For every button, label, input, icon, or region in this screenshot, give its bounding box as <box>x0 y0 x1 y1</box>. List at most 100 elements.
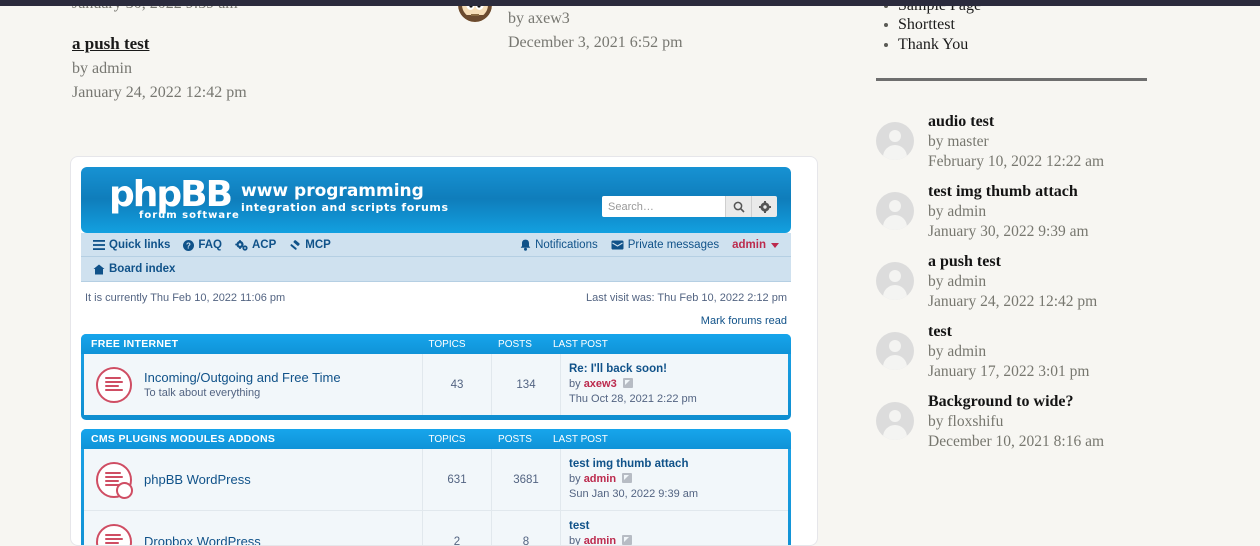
search-input[interactable] <box>602 196 725 217</box>
nav-faq[interactable]: ? FAQ <box>183 239 222 251</box>
nav-private-messages[interactable]: Private messages <box>611 239 719 251</box>
forum-main-cell: phpBB WordPress <box>84 449 422 510</box>
last-post-author-line: by admin <box>569 472 782 487</box>
hamburger-icon <box>93 240 105 250</box>
phpbb-logo-subtext: forum software <box>139 210 240 221</box>
blog-post-title[interactable]: a push test <box>72 32 432 57</box>
forum-unread-icon <box>96 367 132 403</box>
goto-post-icon[interactable] <box>622 473 632 483</box>
site-description: integration and scripts forums <box>241 201 449 215</box>
phpbb-logo[interactable]: phpBB forum software <box>109 178 240 221</box>
forum-name[interactable]: phpBB WordPress <box>144 471 251 488</box>
category-header: CMS PLUGINS MODULES ADDONS TOPICS POSTS … <box>81 429 791 449</box>
phpbb-forum-card: phpBB forum software www programming int… <box>70 156 818 546</box>
recent-post-author: by admin <box>928 202 1166 222</box>
category-title[interactable]: CMS PLUGINS MODULES ADDONS <box>91 433 413 445</box>
nav-label: Notifications <box>535 239 598 251</box>
page-top-bar <box>0 0 1260 6</box>
forum-unread-icon <box>96 524 132 546</box>
column-header-last-post: LAST POST <box>549 434 781 445</box>
by-label: by <box>569 378 581 390</box>
user-menu-button[interactable]: admin <box>732 239 779 251</box>
breadcrumb[interactable]: Board index <box>93 263 175 275</box>
avatar <box>876 332 914 370</box>
home-icon <box>93 264 105 275</box>
forum-row: Dropbox WordPress 2 8 test by admin Mon … <box>84 511 788 546</box>
avatar <box>876 402 914 440</box>
blog-post: a push test by admin January 24, 2022 12… <box>72 32 432 105</box>
last-post-username[interactable]: admin <box>584 473 616 485</box>
last-post-username[interactable]: admin <box>584 535 616 546</box>
by-label: by <box>569 473 581 485</box>
blog-post-author: by admin <box>72 57 432 81</box>
sidebar-divider <box>876 78 1147 81</box>
board-time-row: It is currently Thu Feb 10, 2022 11:06 p… <box>81 282 791 304</box>
last-post-title[interactable]: Re: I'll back soon! <box>569 362 782 377</box>
bell-icon <box>520 239 531 251</box>
forum-posts-count: 3681 <box>491 449 560 510</box>
recent-post-title[interactable]: test img thumb attach <box>928 182 1166 202</box>
chevron-down-icon <box>771 243 779 248</box>
goto-post-icon[interactable] <box>623 378 633 388</box>
mark-forums-read-link[interactable]: Mark forums read <box>81 304 791 334</box>
last-post-title[interactable]: test <box>569 519 782 534</box>
forum-main-cell: Dropbox WordPress <box>84 511 422 546</box>
recent-post-date: January 17, 2022 3:01 pm <box>928 362 1166 382</box>
recent-post-title[interactable]: a push test <box>928 252 1166 272</box>
recent-post-date: December 10, 2021 8:16 am <box>928 432 1166 452</box>
last-post-username[interactable]: axew3 <box>584 378 617 390</box>
last-post-title[interactable]: test img thumb attach <box>569 457 782 472</box>
list-item: test img thumb attach by admin January 3… <box>876 182 1166 241</box>
forum-topics-count: 631 <box>422 449 491 510</box>
forum-topics-count: 2 <box>422 511 491 546</box>
nav-mcp[interactable]: MCP <box>289 239 331 251</box>
site-name-block: www programming integration and scripts … <box>241 181 449 215</box>
sidebar-item-shorttest[interactable]: Shorttest <box>884 15 1166 35</box>
forum-last-post-cell: Re: I'll back soon! by axew3 Thu Oct 28,… <box>560 354 788 415</box>
forum-posts-count: 134 <box>491 354 560 415</box>
forum-name[interactable]: Dropbox WordPress <box>144 533 261 546</box>
list-item: a push test by admin January 24, 2022 12… <box>876 252 1166 311</box>
nav-quick-links[interactable]: Quick links <box>93 239 170 251</box>
recent-post-title[interactable]: test <box>928 322 1166 342</box>
last-post-author-line: by admin <box>569 534 782 546</box>
search-options-button[interactable] <box>751 196 777 217</box>
column-header-posts: POSTS <box>481 339 549 350</box>
nav-notifications[interactable]: Notifications <box>520 239 598 251</box>
by-label: by <box>569 535 581 546</box>
username-label: admin <box>732 239 766 251</box>
recent-post-date: January 24, 2022 12:42 pm <box>928 292 1166 312</box>
magnifier-icon <box>733 201 745 213</box>
gavel-icon <box>289 240 301 251</box>
forum-description: To talk about everything <box>144 386 341 401</box>
phpbb-navbar-primary: Quick links ? FAQ <box>81 233 791 257</box>
forum-row: Incoming/Outgoing and Free Time To talk … <box>84 354 788 415</box>
forum-unread-subforum-icon <box>96 462 132 498</box>
phpbb-logo-text: phpBB <box>109 178 240 212</box>
svg-text:?: ? <box>186 241 191 250</box>
goto-post-icon[interactable] <box>622 535 632 545</box>
recent-post-date: February 10, 2022 12:22 am <box>928 152 1166 172</box>
mark-forums-read-label: Mark forums read <box>701 315 787 327</box>
nav-label: FAQ <box>198 239 222 251</box>
sidebar-pages-list: Login Sample Page Shorttest Thank You <box>876 0 1166 54</box>
breadcrumb-label: Board index <box>109 263 175 275</box>
nav-acp[interactable]: ACP <box>235 239 276 251</box>
search-submit-button[interactable] <box>725 196 751 217</box>
current-time-text: It is currently Thu Feb 10, 2022 11:06 p… <box>85 292 285 304</box>
question-circle-icon: ? <box>183 240 194 251</box>
category-title[interactable]: FREE INTERNET <box>91 338 413 350</box>
blog-post-author: by axew3 <box>508 7 838 31</box>
list-item: test by admin January 17, 2022 3:01 pm <box>876 322 1166 381</box>
sidebar-item-thank-you[interactable]: Thank You <box>884 35 1166 55</box>
category-header: FREE INTERNET TOPICS POSTS LAST POST <box>81 334 791 354</box>
avatar <box>876 262 914 300</box>
navbar-right-group: Notifications Private messages admin <box>520 239 779 251</box>
recent-post-title[interactable]: audio test <box>928 112 1166 132</box>
column-header-posts: POSTS <box>481 434 549 445</box>
recent-post-title[interactable]: Background to wide? <box>928 392 1166 412</box>
forum-name[interactable]: Incoming/Outgoing and Free Time <box>144 369 341 386</box>
forum-category-block: FREE INTERNET TOPICS POSTS LAST POST Inc… <box>81 334 791 420</box>
nav-label: MCP <box>305 239 331 251</box>
last-visit-text: Last visit was: Thu Feb 10, 2022 2:12 pm <box>586 292 787 304</box>
